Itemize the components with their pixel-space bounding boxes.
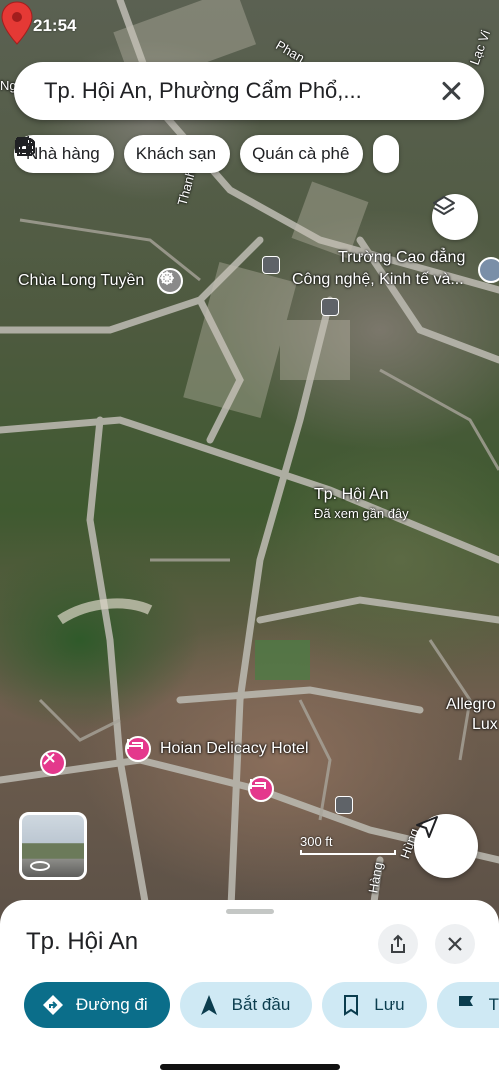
allegro-label[interactable]: Lux <box>472 716 498 734</box>
label-button[interactable]: T <box>436 982 499 1028</box>
search-bar[interactable]: Tp. Hội An, Phường Cẩm Phổ,... <box>14 62 484 120</box>
chip-label: Nhà hàng <box>26 144 100 163</box>
scale-bar <box>300 850 396 855</box>
bus-stop-icon[interactable] <box>321 298 339 316</box>
place-sheet[interactable]: Tp. Hội An Đường đi Bắt đầu Lưu T <box>0 900 499 1080</box>
hotel-poi-icon[interactable] <box>125 736 151 762</box>
bus-stop-icon[interactable] <box>335 796 353 814</box>
street-view-icon <box>30 861 50 871</box>
college-label[interactable]: Trường Cao đẳng <box>338 249 465 267</box>
my-location-button[interactable] <box>414 814 478 878</box>
close-icon <box>448 937 462 951</box>
hotel-label[interactable]: Hoian Delicacy Hotel <box>160 740 309 758</box>
pin-title[interactable]: Tp. Hội An <box>314 486 389 504</box>
start-label: Bắt đầu <box>231 995 291 1014</box>
chip-gas[interactable] <box>17 135 400 173</box>
bookmark-icon <box>344 995 359 1016</box>
save-label: Lưu <box>374 995 405 1014</box>
pin-subtitle: Đã xem gần đây <box>314 506 409 521</box>
close-sheet-button[interactable] <box>435 924 475 964</box>
location-pin-icon[interactable] <box>0 0 34 46</box>
sheet-handle[interactable] <box>226 909 274 914</box>
map-view[interactable]: 21:54 Phan Thanh Ng Lạc Vi Chùa Long Tuy… <box>0 0 499 930</box>
home-indicator <box>160 1064 340 1070</box>
layers-button[interactable] <box>432 194 478 240</box>
temple-label[interactable]: Chùa Long Tuyền <box>18 272 144 290</box>
flag-icon <box>458 996 473 1015</box>
label-label: T <box>488 995 499 1014</box>
directions-label: Đường đi <box>76 995 148 1014</box>
save-button[interactable]: Lưu <box>322 982 427 1028</box>
navigation-arrow-icon <box>416 816 438 838</box>
layers-icon <box>433 196 455 215</box>
gas-station-icon <box>17 137 35 156</box>
place-title: Tp. Hội An <box>26 928 139 955</box>
street-view-thumbnail[interactable] <box>19 812 87 880</box>
allegro-label[interactable]: Allegro <box>446 696 496 714</box>
directions-icon <box>43 995 63 1015</box>
place-actions: Đường đi Bắt đầu Lưu T <box>24 982 499 1028</box>
start-button[interactable]: Bắt đầu <box>179 982 313 1028</box>
chip-cafe[interactable]: Quán cà phê <box>16 135 364 173</box>
share-icon <box>391 934 405 953</box>
temple-poi-icon[interactable] <box>157 268 183 294</box>
status-time: 21:54 <box>33 16 77 35</box>
bus-stop-icon[interactable] <box>262 256 280 274</box>
share-button[interactable] <box>378 924 418 964</box>
category-chips: Nhà hàng Khách sạn Quán cà phê <box>14 135 400 173</box>
hotel-poi-icon[interactable] <box>248 776 274 802</box>
chip-label: Quán cà phê <box>252 144 350 163</box>
search-text[interactable]: Tp. Hội An, Phường Cẩm Phổ,... <box>44 78 438 104</box>
sports-poi-icon[interactable] <box>40 750 66 776</box>
directions-button[interactable]: Đường đi <box>24 982 170 1028</box>
navigation-arrow-icon <box>200 995 217 1015</box>
close-icon[interactable] <box>438 78 464 104</box>
scale-label: 300 ft <box>300 834 333 849</box>
chip-label: Khách sạn <box>135 144 217 163</box>
college-label[interactable]: Công nghệ, Kinh tế và... <box>292 271 464 289</box>
school-poi-icon[interactable] <box>478 257 499 283</box>
chip-hotel[interactable]: Khách sạn <box>15 135 231 173</box>
